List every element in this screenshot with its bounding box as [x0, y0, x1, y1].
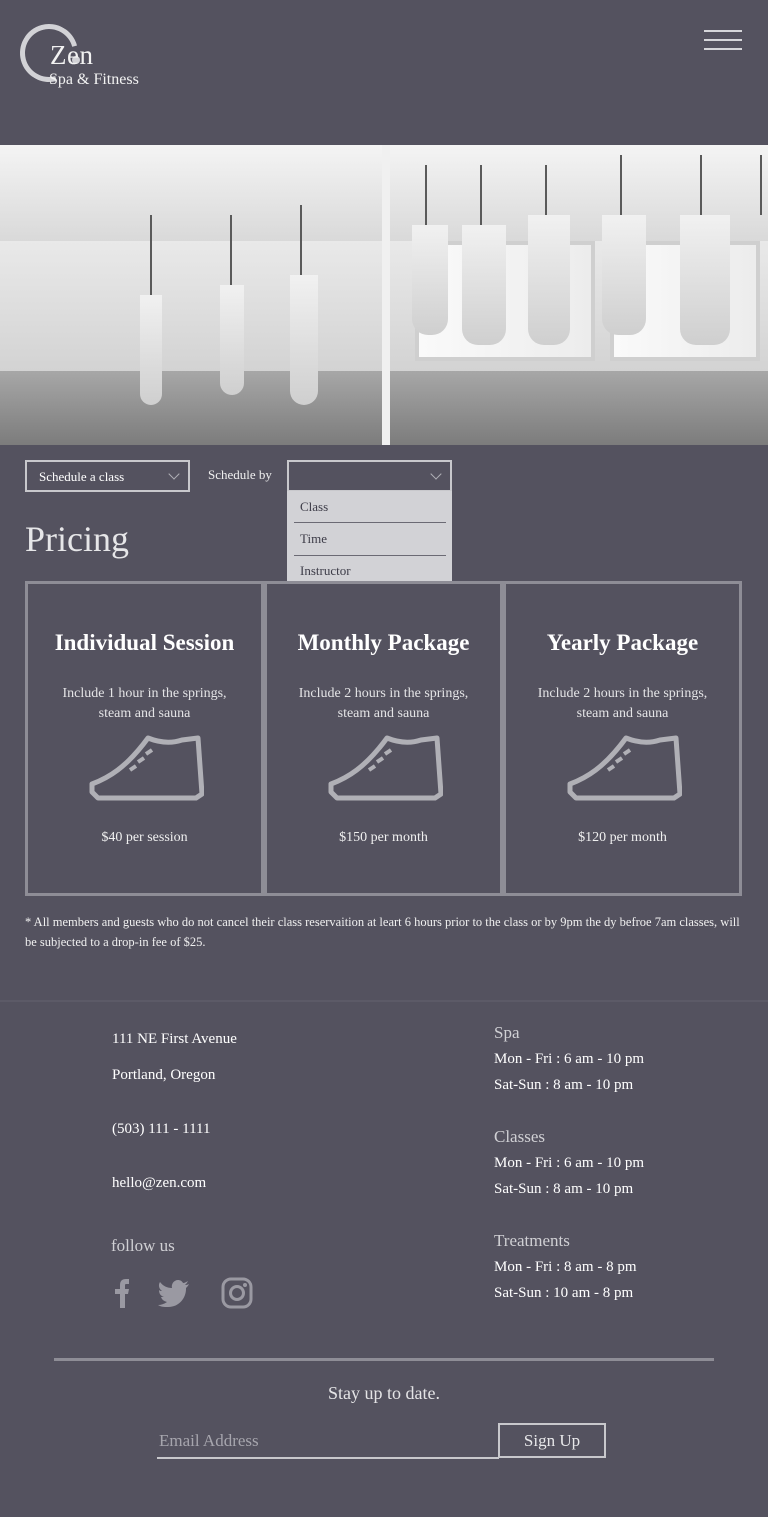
pricing-title: Pricing	[25, 519, 129, 559]
schedule-by-dropdown: Class Time Instructor	[287, 491, 452, 587]
hours-heading-spa: Spa	[494, 1023, 520, 1042]
hours-line: Sat-Sun : 10 am - 8 pm	[494, 1285, 634, 1301]
address-line2: Portland, Oregon	[112, 1067, 216, 1083]
card-price: $150 per month	[339, 830, 428, 845]
hours-line: Mon - Fri : 6 am - 10 pm	[494, 1155, 644, 1171]
card-price: $40 per session	[101, 830, 188, 845]
footer-divider-top	[0, 1000, 768, 1002]
follow-us-label: follow us	[111, 1236, 175, 1255]
newsletter-title: Stay up to date.	[328, 1383, 440, 1403]
dropdown-option-time[interactable]: Time	[294, 523, 446, 555]
hours-line: Mon - Fri : 6 am - 10 pm	[494, 1051, 644, 1067]
logo[interactable]: Zen Spa & Fitness	[9, 13, 158, 96]
address-line1: 111 NE First Avenue	[112, 1031, 237, 1047]
schedule-class-value: Schedule a class	[39, 469, 125, 484]
pricing-card-individual[interactable]: Individual Session Include 1 hour in the…	[25, 581, 264, 896]
card-description: Include 2 hours in the springs, steam an…	[298, 686, 469, 721]
hours-line: Sat-Sun : 8 am - 10 pm	[494, 1077, 634, 1093]
schedule-by-select[interactable]	[287, 460, 452, 492]
hero-image	[0, 145, 768, 445]
dropdown-option-class[interactable]: Class	[294, 491, 446, 523]
footer-divider	[54, 1358, 714, 1361]
card-title: Yearly Package	[546, 630, 699, 655]
sign-up-button[interactable]: Sign Up	[498, 1423, 606, 1458]
hamburger-icon[interactable]	[704, 30, 742, 54]
chevron-down-icon	[168, 468, 180, 480]
hours-line: Mon - Fri : 8 am - 8 pm	[494, 1259, 637, 1275]
twitter-icon[interactable]	[157, 1276, 191, 1310]
logo-subtitle: Spa & Fitness	[49, 71, 139, 88]
card-description: Include 2 hours in the springs, steam an…	[537, 686, 708, 721]
logo-name: Zen	[50, 40, 94, 70]
chevron-down-icon	[430, 468, 442, 480]
card-title: Individual Session	[54, 630, 235, 655]
schedule-by-label: Schedule by	[208, 467, 272, 482]
hours-heading-treatments: Treatments	[494, 1231, 570, 1250]
schedule-class-select[interactable]: Schedule a class	[25, 460, 190, 492]
sneaker-icon	[328, 735, 443, 801]
phone-link[interactable]: (503) 111 - 1111	[112, 1121, 210, 1138]
card-title: Monthly Package	[297, 630, 470, 655]
email-address-input[interactable]	[157, 1425, 499, 1459]
card-price: $120 per month	[578, 830, 667, 845]
sneaker-icon	[89, 735, 204, 801]
instagram-icon[interactable]	[220, 1276, 254, 1310]
pricing-card-monthly[interactable]: Monthly Package Include 2 hours in the s…	[264, 581, 503, 896]
hours-line: Sat-Sun : 8 am - 10 pm	[494, 1181, 634, 1197]
sneaker-icon	[567, 735, 682, 801]
email-link[interactable]: hello@zen.com	[112, 1175, 206, 1192]
cancellation-disclaimer: * All members and guests who do not canc…	[25, 915, 740, 949]
card-description: Include 1 hour in the springs, steam and…	[62, 686, 227, 721]
pricing-card-yearly[interactable]: Yearly Package Include 2 hours in the sp…	[503, 581, 742, 896]
facebook-icon[interactable]	[104, 1276, 138, 1310]
hours-heading-classes: Classes	[494, 1127, 545, 1146]
